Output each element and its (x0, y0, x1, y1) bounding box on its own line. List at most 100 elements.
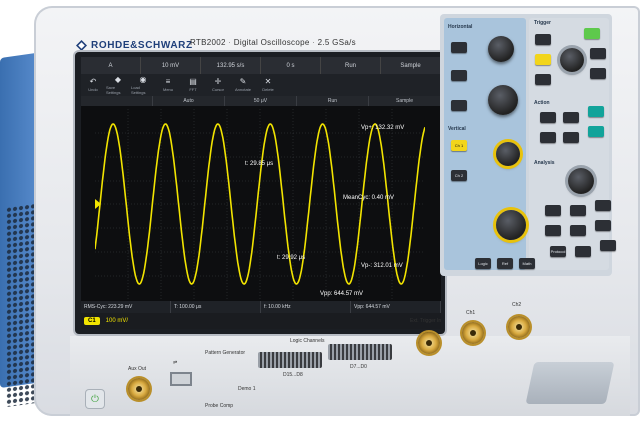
section-analysis: Analysis (534, 160, 555, 166)
undo-button[interactable]: ↶ Undo (81, 74, 105, 96)
acquisition-cell: Run (297, 96, 369, 106)
measurement-bar: RMS-Cyc: 223.29 mV T: 100.00 μs f: 10.00… (81, 301, 441, 313)
delete-icon: ✕ (264, 77, 272, 86)
trigger-button[interactable] (535, 34, 551, 45)
load-icon: ◉ (139, 74, 147, 84)
action-button[interactable] (540, 112, 556, 123)
cursor-button[interactable]: ✛ Cursor (206, 74, 230, 96)
trigger-level-knob[interactable] (560, 48, 584, 72)
action-teal-button[interactable] (588, 106, 604, 117)
aux-out-label: Aux Out (128, 366, 147, 372)
trigger-mode-button[interactable] (535, 74, 551, 85)
annotate-button[interactable]: ✎ Annotate (231, 74, 255, 96)
vertical-position-knob[interactable] (496, 142, 520, 166)
usb-icon: ⇌ (173, 360, 178, 366)
logic-connector-d15-d8[interactable] (258, 352, 322, 368)
status-cell: 10 mV (141, 57, 201, 74)
ext-trigger-label: Ext. Trigger In (410, 318, 442, 324)
sample-rate: 2.5 GSa/s (317, 38, 356, 47)
ch1-label: Ch1 (466, 310, 476, 316)
acquisition-cell: Auto (153, 96, 225, 106)
horizontal-button[interactable] (451, 42, 467, 53)
status-cell: 132.95 s/s (201, 57, 261, 74)
display-screen[interactable]: A 10 mV 132.95 s/s 0 s Run Sample ↶ Undo… (81, 57, 441, 329)
oscilloscope-photo: ROHDE&SCHWARZ RTB2002 · Digital Oscillos… (0, 0, 640, 427)
section-vertical: Vertical (448, 126, 466, 132)
trigger-source-button[interactable] (535, 54, 551, 65)
navigation-knob[interactable] (568, 168, 594, 194)
usb-port[interactable] (170, 372, 192, 386)
ref-button[interactable]: Ref (497, 258, 513, 269)
model-number: RTB2002 (190, 38, 226, 47)
delete-button[interactable]: ✕ Delete (256, 74, 280, 96)
cursor-icon: ✛ (214, 77, 222, 86)
protocol-button[interactable]: Protocol (550, 246, 566, 257)
measurement-vpp-bottom: Vpp: 644.57 mV (351, 301, 441, 313)
action-teal-button[interactable] (588, 126, 604, 137)
math-button[interactable]: Math (519, 258, 535, 269)
probe-comp-label: Probe Comp (205, 403, 234, 409)
analysis-button[interactable] (545, 225, 561, 236)
brand-logo-icon (76, 40, 87, 51)
fft-button[interactable]: ▤ FFT (181, 74, 205, 96)
action-button[interactable] (563, 132, 579, 143)
status-bar: A 10 mV 132.95 s/s 0 s Run Sample (81, 57, 441, 74)
trigger-side-button[interactable] (590, 48, 606, 59)
acquisition-bar: Auto 50 μV Run Sample (81, 96, 441, 106)
ch2-button[interactable]: Ch 2 (451, 170, 467, 181)
channel-bar: C1 100 mV/ (81, 313, 441, 329)
back-icon: ↶ (89, 77, 97, 86)
analysis-button[interactable] (595, 220, 611, 231)
section-action: Action (534, 100, 550, 106)
aux-out-connector[interactable] (128, 378, 150, 400)
channel-tag[interactable]: C1 (84, 317, 100, 325)
menu-button[interactable]: ≡ Menu (156, 74, 180, 96)
measurement-t-lower: t: 29.92 μs (277, 255, 305, 261)
measurement-mean: MeanCyc: 0.40 mV (343, 195, 394, 201)
measurement-vp-min: Vp-: 312.01 mV (361, 263, 403, 269)
annotate-icon: ✎ (239, 77, 247, 86)
section-horizontal: Horizontal (448, 24, 473, 30)
horizontal-button[interactable] (451, 100, 467, 111)
logic-connector-d7-d0[interactable] (328, 344, 392, 360)
ext-trigger-connector[interactable] (418, 332, 440, 354)
grid-button[interactable] (600, 240, 616, 251)
action-button[interactable] (540, 132, 556, 143)
waveform-plot[interactable]: t: 29.85 μs t: 29.92 μs Vp+: 132.32 mV M… (95, 109, 425, 299)
status-cell: A (81, 57, 141, 74)
analysis-button[interactable] (570, 205, 586, 216)
vertical-scale-knob[interactable] (496, 210, 526, 240)
logic-channels-label: Logic Channels (290, 338, 325, 344)
load-settings-button[interactable]: ◉ Load Settings (131, 74, 155, 96)
trigger-side-button[interactable] (590, 68, 606, 79)
logic-button[interactable]: Logic (475, 258, 491, 269)
pattern-generator-label: Pattern Generator (205, 350, 246, 356)
brand-name: ROHDE&SCHWARZ (91, 40, 193, 51)
action-button[interactable] (563, 112, 579, 123)
horizontal-button[interactable] (451, 70, 467, 81)
status-cell: Run (321, 57, 381, 74)
fft-icon: ▤ (189, 77, 197, 86)
power-icon: ⏻ (91, 393, 99, 405)
run-button[interactable] (584, 28, 600, 39)
stand-foot (525, 362, 615, 404)
analysis-button[interactable] (575, 246, 591, 257)
status-cell: Sample (381, 57, 441, 74)
analysis-button[interactable] (595, 200, 611, 211)
power-button[interactable]: ⏻ (86, 390, 104, 408)
horizontal-scale-knob[interactable] (488, 85, 518, 115)
menu-icon: ≡ (165, 77, 171, 86)
measurement-vpp: Vpp: 644.57 mV (320, 291, 363, 297)
save-settings-button[interactable]: ◆ Save Settings (106, 74, 130, 96)
ch2-connector[interactable] (508, 316, 530, 338)
ch1-button[interactable]: Ch 1 (451, 140, 467, 151)
horizontal-position-knob[interactable] (488, 36, 514, 62)
logic-range-lower: D7...D0 (350, 364, 367, 370)
analysis-button[interactable] (545, 205, 561, 216)
ch1-connector[interactable] (462, 322, 484, 344)
section-trigger: Trigger (534, 20, 551, 26)
acquisition-cell (81, 96, 153, 106)
measurement-t-upper: t: 29.85 μs (245, 161, 273, 167)
ch2-label: Ch2 (512, 302, 522, 308)
analysis-button[interactable] (570, 225, 586, 236)
